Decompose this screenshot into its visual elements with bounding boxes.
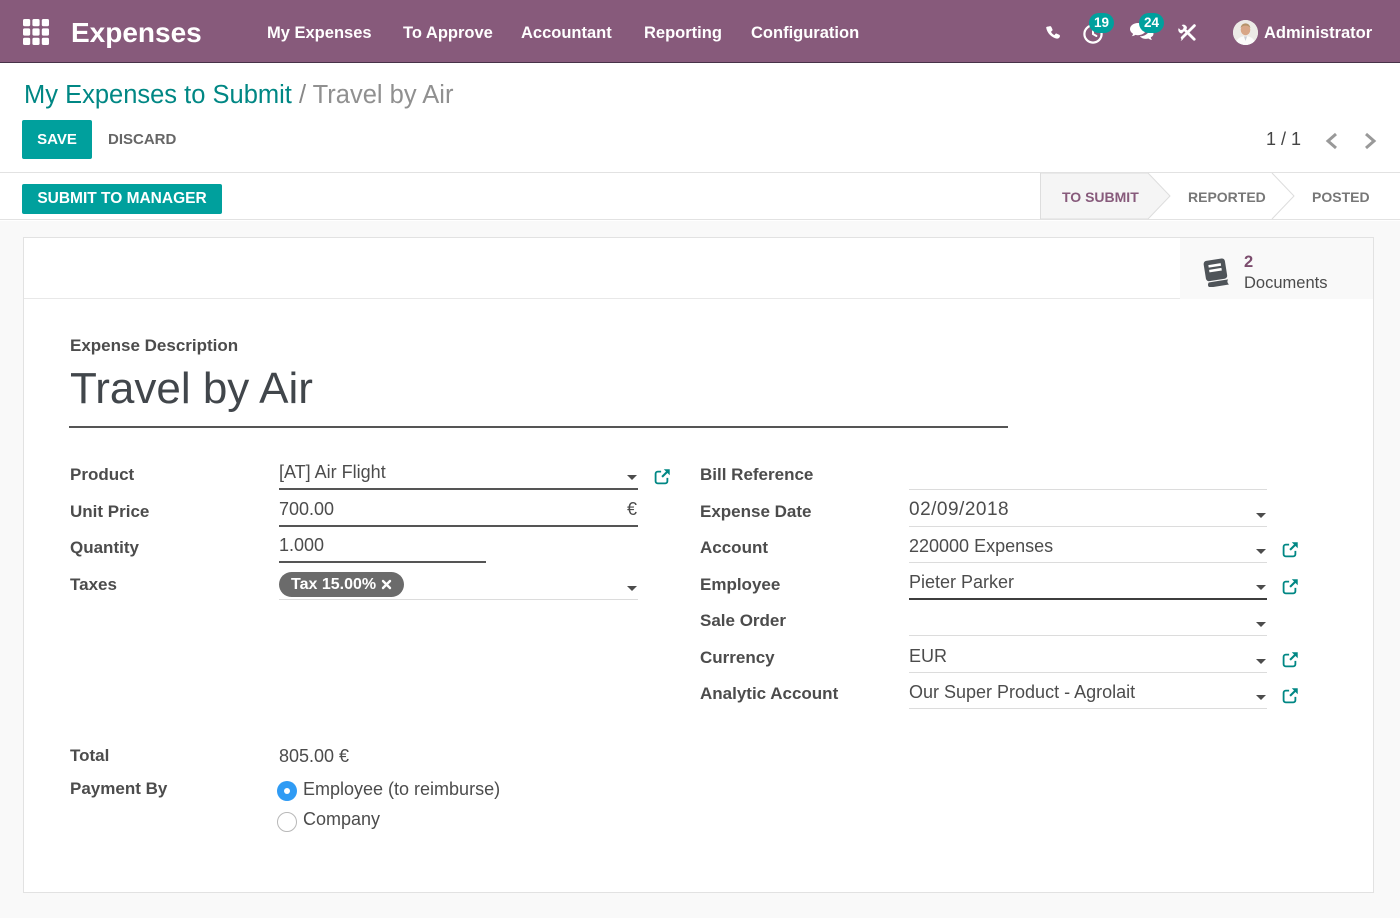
svg-text:REPORTED: REPORTED [1188,189,1266,205]
svg-text:TO SUBMIT: TO SUBMIT [1062,189,1139,205]
svg-text:POSTED: POSTED [1312,189,1370,205]
